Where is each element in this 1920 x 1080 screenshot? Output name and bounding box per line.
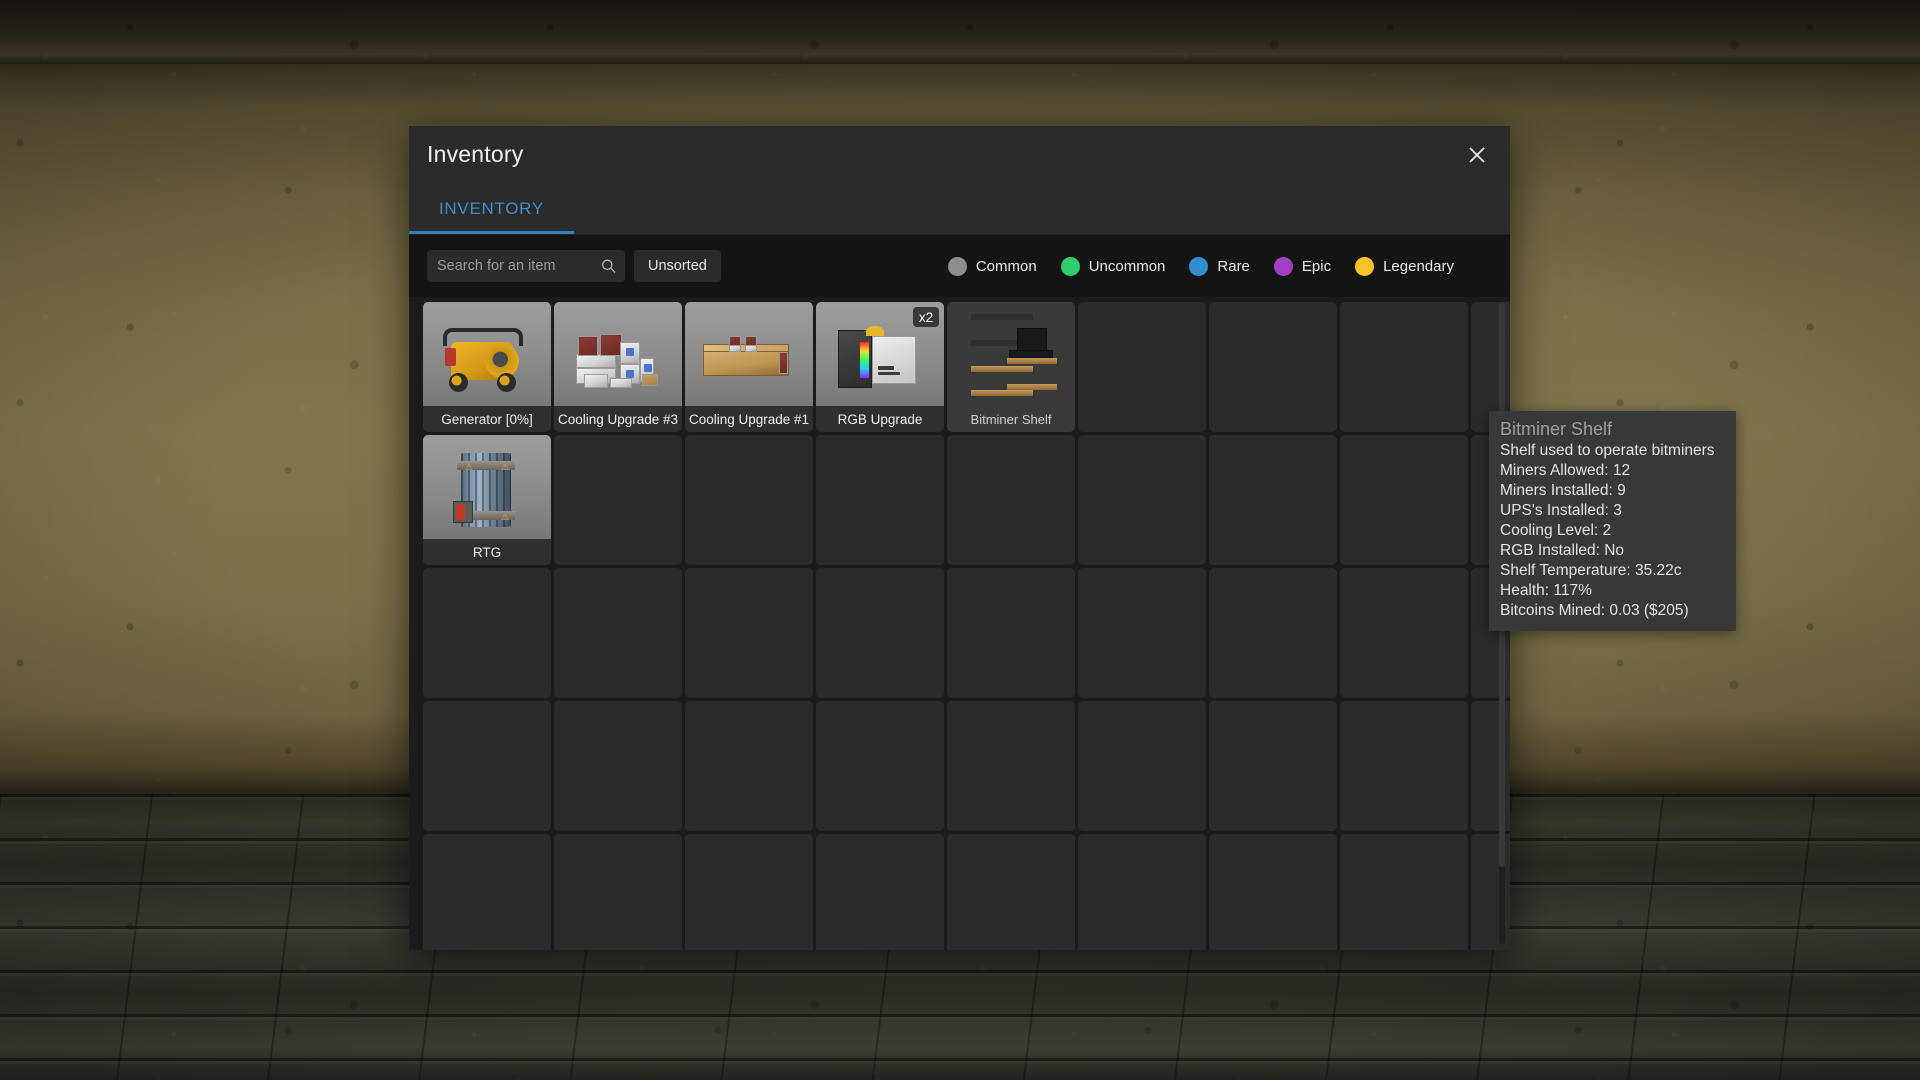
inventory-window: Inventory INVENTORY Search for an item U…: [409, 126, 1736, 950]
legend-label-legendary: Legendary: [1383, 257, 1454, 275]
tooltip-line: Shelf used to operate bitminers: [1500, 442, 1715, 459]
tab-bar: INVENTORY: [409, 183, 1510, 235]
inventory-grid-scroll-area[interactable]: Generator [0%] Cooling Upgrade #3 Cooling …: [409, 297, 1510, 950]
inventory-slot-empty[interactable]: [1340, 302, 1468, 432]
legend-item-uncommon[interactable]: Uncommon: [1060, 256, 1166, 276]
inventory-slot-empty[interactable]: [816, 701, 944, 831]
inventory-slot-empty[interactable]: [947, 435, 1075, 565]
inventory-slot-empty[interactable]: [423, 701, 551, 831]
item-name-label: Cooling Upgrade #3: [557, 411, 679, 427]
legend-item-epic[interactable]: Epic: [1273, 256, 1332, 276]
item-art-rtg: ⚠ ⚠ ⚠: [423, 435, 551, 539]
item-thumbnail: [423, 302, 551, 406]
item-art-shelf: [947, 302, 1075, 406]
item-thumbnail: [947, 302, 1075, 406]
item-art-crate: [685, 302, 813, 406]
inventory-slot-empty[interactable]: [816, 568, 944, 698]
legend-label-uncommon: Uncommon: [1088, 257, 1166, 275]
inventory-slot-empty[interactable]: [1209, 435, 1337, 565]
inventory-slot-empty[interactable]: [1209, 568, 1337, 698]
inventory-slot-empty[interactable]: [1340, 568, 1468, 698]
inventory-slot-item[interactable]: Generator [0%]: [423, 302, 551, 432]
tooltip-line: Miners Installed: 9: [1500, 482, 1626, 499]
inventory-slot-empty[interactable]: [947, 834, 1075, 950]
item-name-label: Cooling Upgrade #1: [688, 411, 810, 427]
inventory-slot-empty[interactable]: [554, 435, 682, 565]
legend-label-epic: Epic: [1301, 257, 1332, 275]
inventory-slot-item[interactable]: ⚠ ⚠ ⚠ RTG: [423, 435, 551, 565]
search-field-wrapper[interactable]: [427, 250, 650, 282]
inventory-slot-empty[interactable]: [685, 834, 813, 950]
item-thumbnail: ⚠ ⚠ ⚠: [423, 435, 551, 539]
item-name-label: Bitminer Shelf: [970, 411, 1052, 427]
inventory-slot-item[interactable]: Cooling Upgrade #3: [554, 302, 682, 432]
close-icon[interactable]: [1460, 138, 1494, 172]
inventory-slot-empty[interactable]: [816, 435, 944, 565]
rarity-dot-legendary: [1355, 256, 1375, 276]
item-art-generator: [423, 302, 551, 406]
inventory-slot-empty[interactable]: [816, 834, 944, 950]
inventory-slot-empty[interactable]: [554, 568, 682, 698]
item-art-boxes: [554, 302, 682, 406]
inventory-slot-empty[interactable]: [1209, 302, 1337, 432]
rarity-dot-uncommon: [1060, 256, 1080, 276]
tooltip-line: Miners Allowed: 12: [1500, 462, 1631, 479]
inventory-slot-empty[interactable]: [1340, 834, 1468, 950]
item-quantity-badge: x2: [913, 307, 939, 327]
inventory-slot-empty[interactable]: [685, 568, 813, 698]
item-name-label: RGB Upgrade: [837, 411, 923, 427]
rarity-dot-epic: [1273, 256, 1293, 276]
tooltip-lines: Shelf used to operate bitminers Miners Al…: [1500, 441, 1725, 621]
inventory-slot-empty[interactable]: [1209, 834, 1337, 950]
inventory-slot-empty[interactable]: [1340, 435, 1468, 565]
item-tooltip: Bitminer Shelf Shelf used to operate bit…: [1489, 411, 1736, 631]
inventory-slot-empty[interactable]: [947, 568, 1075, 698]
rarity-legend: Common Uncommon Rare Epic Legendary: [947, 256, 1492, 276]
rarity-dot-common: [947, 256, 967, 276]
inventory-slot-empty[interactable]: [1209, 701, 1337, 831]
rarity-dot-rare: [1189, 256, 1209, 276]
inventory-slot-empty[interactable]: [554, 701, 682, 831]
window-titlebar: Inventory: [409, 126, 1510, 183]
game-scene: Inventory INVENTORY Search for an item U…: [0, 0, 1920, 1080]
tab-inventory-label: INVENTORY: [439, 198, 544, 218]
tooltip-line: RGB Installed: No: [1500, 542, 1625, 559]
item-thumbnail: [554, 302, 682, 406]
tooltip-line: Shelf Temperature: 35.22c: [1500, 562, 1682, 579]
inventory-slot-item[interactable]: Cooling Upgrade #1: [685, 302, 813, 432]
inventory-slot-item[interactable]: x2 RGB Upgrade: [816, 302, 944, 432]
inventory-grid: Generator [0%] Cooling Upgrade #3 Cooling …: [423, 302, 1510, 950]
inventory-slot-empty[interactable]: [1078, 701, 1206, 831]
item-thumbnail: [685, 302, 813, 406]
inventory-slot-empty[interactable]: [1078, 568, 1206, 698]
legend-label-rare: Rare: [1217, 257, 1250, 275]
inventory-slot-empty[interactable]: [947, 701, 1075, 831]
window-title: Inventory: [427, 141, 524, 167]
legend-item-legendary[interactable]: Legendary: [1355, 256, 1454, 276]
inventory-slot-empty[interactable]: [1078, 302, 1206, 432]
sort-button-label: Unsorted: [648, 258, 707, 274]
inventory-slot-empty[interactable]: [1340, 701, 1468, 831]
inventory-slot-empty[interactable]: [423, 834, 551, 950]
legend-item-rare[interactable]: Rare: [1189, 256, 1250, 276]
inventory-slot-empty[interactable]: [554, 834, 682, 950]
inventory-slot-empty[interactable]: [685, 701, 813, 831]
search-input[interactable]: [427, 250, 650, 282]
legend-item-common[interactable]: Common: [947, 256, 1037, 276]
item-name-label: Generator [0%]: [441, 411, 533, 427]
tooltip-line: Health: 117%: [1500, 582, 1592, 599]
inventory-slot-empty[interactable]: [685, 435, 813, 565]
inventory-toolbar: Unsorted Common Uncommon Rare Epic: [409, 235, 1510, 297]
tab-inventory[interactable]: INVENTORY: [409, 183, 574, 234]
tooltip-title: Bitminer Shelf: [1500, 419, 1613, 439]
inventory-slot-empty[interactable]: [423, 568, 551, 698]
legend-label-common: Common: [975, 257, 1037, 275]
inventory-slot-item[interactable]: Bitminer Shelf: [947, 302, 1075, 432]
tooltip-line: Cooling Level: 2: [1500, 522, 1612, 539]
tooltip-line: UPS's Installed: 3: [1500, 502, 1622, 519]
inventory-slot-empty[interactable]: [1078, 435, 1206, 565]
inventory-slot-empty[interactable]: [1078, 834, 1206, 950]
tooltip-line: Bitcoins Mined: 0.03 ($205): [1500, 602, 1689, 619]
item-name-label: RTG: [472, 544, 502, 560]
